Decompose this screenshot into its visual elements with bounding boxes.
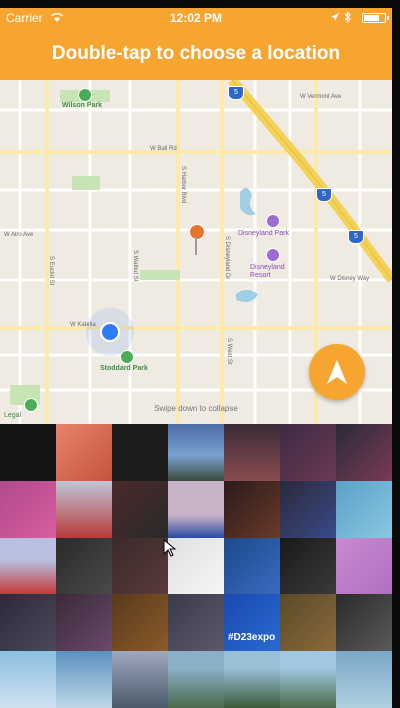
- photo-tile[interactable]: [280, 537, 336, 595]
- photo-tile[interactable]: [224, 480, 280, 538]
- map-pin-stem: [195, 237, 197, 255]
- photo-tile[interactable]: [112, 651, 168, 708]
- photo-tile[interactable]: [56, 537, 112, 595]
- cursor-icon: [163, 539, 177, 557]
- photo-tile[interactable]: [168, 480, 224, 538]
- photo-tile[interactable]: [0, 480, 56, 538]
- photo-tile[interactable]: [56, 594, 112, 652]
- photo-tile[interactable]: [0, 651, 56, 708]
- location-arrow-icon: [327, 360, 347, 384]
- poi-icon: [266, 214, 280, 228]
- phone-frame: Carrier 12:02 PM Double-tap to choose a …: [0, 0, 400, 708]
- park-label: Stoddard Park: [100, 365, 148, 372]
- photo-tile[interactable]: [112, 594, 168, 652]
- photo-caption: #D23expo: [228, 632, 276, 644]
- battery-icon: [362, 13, 389, 23]
- park-icon: [120, 350, 134, 364]
- locate-me-button[interactable]: [309, 344, 365, 400]
- highway-shield-icon: 5: [228, 86, 244, 100]
- legal-link[interactable]: Legal: [4, 412, 21, 419]
- photo-tile[interactable]: [336, 651, 392, 708]
- status-bar: Carrier 12:02 PM: [0, 8, 392, 28]
- photo-grid: #D23expo: [0, 424, 392, 708]
- photo-tile[interactable]: [168, 424, 224, 481]
- photo-tile[interactable]: [112, 537, 168, 595]
- photo-tile[interactable]: #D23expo: [224, 594, 280, 652]
- photo-tile[interactable]: [336, 594, 392, 652]
- banner-title: Double-tap to choose a location: [51, 43, 341, 64]
- user-location-dot: [100, 322, 120, 342]
- photo-tile[interactable]: [336, 480, 392, 538]
- street-label: S Euclid St: [48, 256, 54, 286]
- map-view[interactable]: W Ball Rd W Vermont Ave W Alro Ave W Dis…: [0, 80, 392, 424]
- street-label: W Vermont Ave: [300, 94, 342, 100]
- photo-tile[interactable]: [112, 480, 168, 538]
- photo-tile[interactable]: [56, 651, 112, 708]
- highway-shield-icon: 5: [316, 188, 332, 202]
- photo-tile[interactable]: [280, 424, 336, 481]
- poi-label: Disneyland Resort: [250, 264, 285, 279]
- street-label: S Walnut St: [132, 250, 138, 282]
- photo-tile[interactable]: [280, 594, 336, 652]
- poi-icon: [266, 248, 280, 262]
- photo-tile[interactable]: [224, 424, 280, 481]
- map-pin-icon[interactable]: [189, 224, 205, 240]
- photo-tile[interactable]: [336, 537, 392, 595]
- location-arrow-status-icon: [331, 13, 339, 21]
- bluetooth-icon: [344, 11, 351, 23]
- street-label: S Disneyland Dr: [224, 236, 230, 280]
- street-label: S Harbor Blvd: [180, 166, 186, 204]
- park-label: Wilson Park: [62, 102, 103, 109]
- photo-tile[interactable]: [336, 424, 392, 481]
- street-label: S West St: [226, 338, 232, 365]
- street-label: W Disney Way: [330, 276, 370, 282]
- photo-tile[interactable]: [168, 594, 224, 652]
- app-screen: Carrier 12:02 PM Double-tap to choose a …: [0, 8, 392, 708]
- photo-tile[interactable]: [56, 424, 112, 481]
- photo-tile[interactable]: [0, 537, 56, 595]
- park-icon: [78, 88, 92, 102]
- street-label: W Ball Rd: [150, 146, 177, 152]
- photo-tile[interactable]: [112, 424, 168, 481]
- photo-tile[interactable]: [280, 651, 336, 708]
- photo-tile[interactable]: [280, 480, 336, 538]
- photo-tile[interactable]: [0, 594, 56, 652]
- photo-tile[interactable]: [224, 651, 280, 708]
- poi-label: Disneyland Park: [238, 230, 289, 237]
- photo-tile[interactable]: [56, 480, 112, 538]
- photo-tile[interactable]: [224, 537, 280, 595]
- battery-fill: [364, 15, 379, 21]
- photo-tile[interactable]: [0, 424, 56, 481]
- instruction-banner: Double-tap to choose a location: [0, 28, 392, 80]
- street-label: W Alro Ave: [4, 232, 34, 238]
- street-label: W Katella: [70, 322, 96, 328]
- photo-tile[interactable]: [168, 651, 224, 708]
- map-hint-label: Swipe down to collapse: [154, 404, 238, 413]
- highway-shield-icon: 5: [348, 230, 364, 244]
